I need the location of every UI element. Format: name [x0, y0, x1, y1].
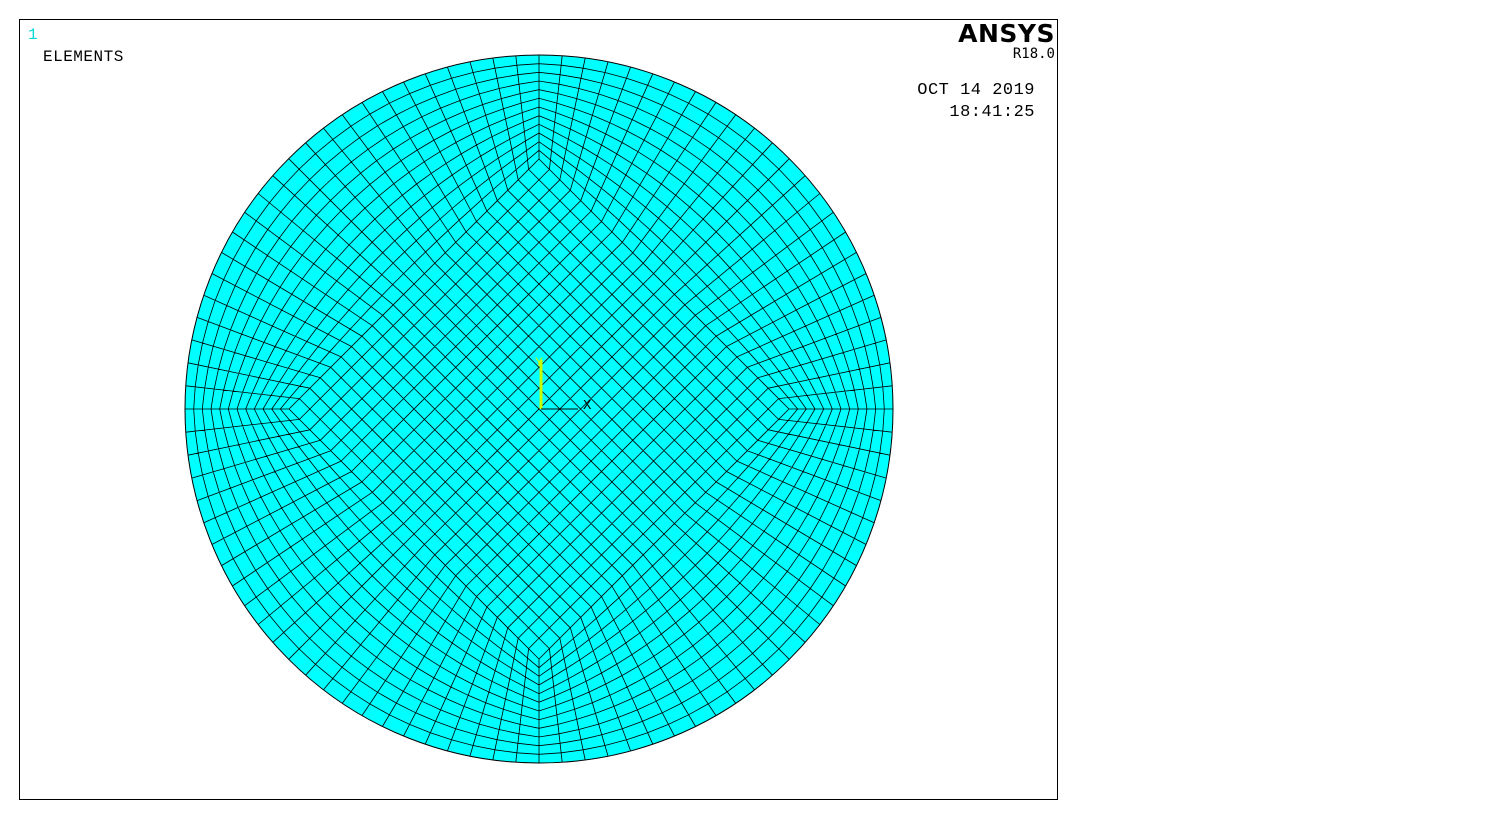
graphics-window[interactable]: 1 ELEMENTS ANSYS R18.0 OCT 14 2019 18:41… — [19, 19, 1058, 800]
triad-y-label: Y — [535, 355, 543, 370]
mesh-plot[interactable]: Y X — [20, 20, 1057, 799]
triad-x-label: X — [583, 398, 592, 414]
